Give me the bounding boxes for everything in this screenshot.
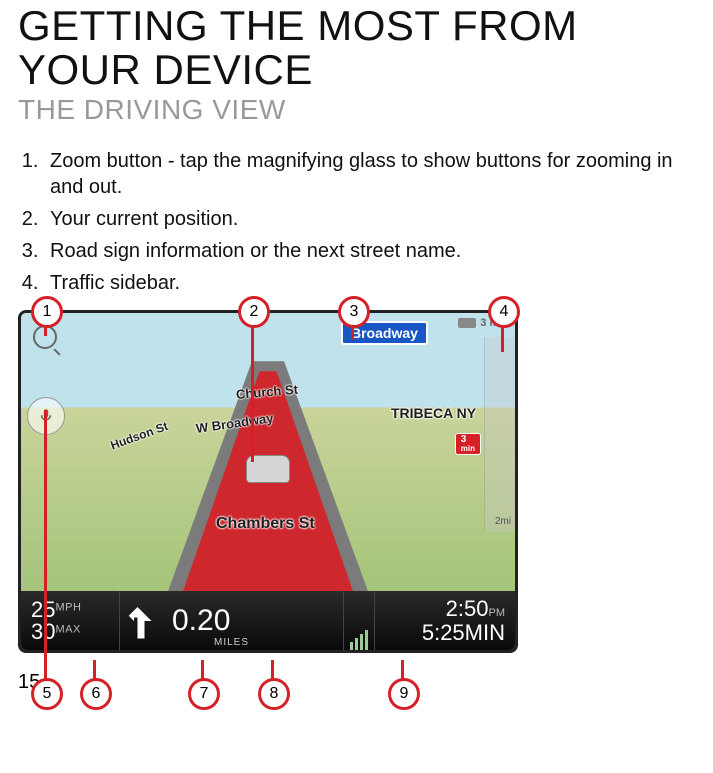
traffic-incident-badge[interactable]: 3 min	[455, 433, 481, 455]
list-item: Your current position.	[44, 206, 695, 232]
list-item: Road sign information or the next street…	[44, 238, 695, 264]
page-subtitle: THE DRIVING VIEW	[18, 94, 695, 126]
area-label-tribeca: TRIBECA NY	[391, 405, 476, 421]
eta-unit: MIN	[465, 620, 505, 645]
instruction-list: Zoom button - tap the magnifying glass t…	[18, 148, 695, 296]
callout-marker-9: 9	[388, 678, 420, 710]
map-view[interactable]: Broadway Church St W Broadway Hudson St …	[21, 313, 515, 591]
speed-panel[interactable]: 25MPH 30MAX	[21, 591, 120, 650]
speed-unit: MPH	[55, 601, 81, 613]
callout-marker-1: 1	[31, 296, 63, 328]
street-label-hudson: Hudson St	[109, 419, 170, 453]
callout-marker-8: 8	[258, 678, 290, 710]
car-icon	[458, 318, 476, 328]
navigation-panel[interactable]: 0.20 MILES	[120, 591, 344, 650]
distance-unit: MILES	[214, 637, 249, 648]
list-item: Traffic sidebar.	[44, 270, 695, 296]
traffic-sidebar[interactable]	[484, 337, 515, 532]
incident-unit: min	[461, 445, 475, 453]
callout-line	[251, 322, 254, 462]
callout-marker-3: 3	[338, 296, 370, 328]
device-screenshot-wrap: 1 2 3 4 Broadway Church St W Broadway Hu…	[18, 310, 518, 653]
next-turn-distance: 0.20	[172, 604, 230, 638]
time-unit: PM	[489, 607, 506, 619]
callout-marker-5: 5	[31, 678, 63, 710]
callout-marker-4: 4	[488, 296, 520, 328]
callout-marker-7: 7	[188, 678, 220, 710]
page-number: 15	[18, 671, 695, 694]
time-panel[interactable]: 2:50PM 5:25MIN	[375, 591, 515, 650]
page-title: GETTING THE MOST FROM YOUR DEVICE	[18, 4, 695, 92]
callout-line	[44, 410, 47, 682]
gps-signal-icon	[344, 591, 375, 650]
eta-value: 5:25	[422, 620, 465, 645]
turn-arrow-icon	[120, 600, 162, 642]
status-bar: 25MPH 30MAX 0.20 MILES 2:50PM 5:25MIN	[21, 591, 515, 650]
list-item: Zoom button - tap the magnifying glass t…	[44, 148, 695, 200]
callout-marker-6: 6	[80, 678, 112, 710]
callout-marker-2: 2	[238, 296, 270, 328]
current-time: 2:50	[446, 596, 489, 621]
limit-unit: MAX	[55, 623, 80, 635]
traffic-scale-label: 2mi	[495, 516, 511, 527]
street-label-chambers: Chambers St	[216, 515, 315, 533]
device-screenshot: Broadway Church St W Broadway Hudson St …	[18, 310, 518, 653]
